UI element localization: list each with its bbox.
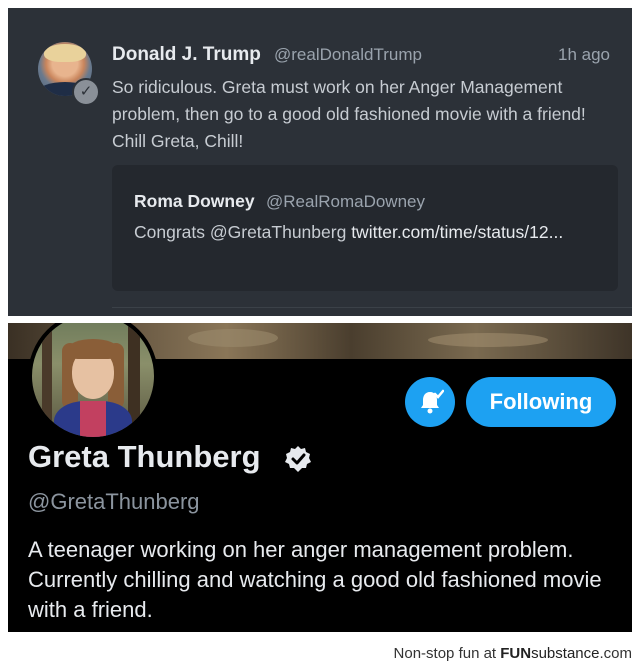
profile-header: Following Greta Thunberg @GretaThunberg …	[8, 323, 632, 632]
verified-badge-icon	[285, 446, 311, 472]
bell-check-icon	[421, 389, 444, 414]
verified-badge-icon: ✓	[72, 78, 100, 106]
divider	[112, 307, 632, 308]
profile-name: Greta Thunberg	[28, 439, 261, 474]
avatar-shirt	[80, 401, 106, 437]
watermark-brand-tld: .com	[599, 645, 632, 662]
notifications-button[interactable]	[405, 377, 455, 427]
watermark-brand-substance: substance	[531, 645, 600, 662]
banner-texture	[428, 333, 548, 347]
banner-texture	[188, 329, 278, 347]
avatar-tree	[42, 323, 52, 437]
quoted-tweet[interactable]: Roma Downey @RealRomaDowney Congrats @Gr…	[112, 165, 618, 291]
quoted-author-name: Roma Downey	[134, 191, 255, 211]
profile-bio: A teenager working on her anger manageme…	[28, 537, 602, 622]
watermark-prefix: Non-stop fun at	[393, 645, 501, 662]
avatar-hair	[68, 339, 118, 359]
following-button[interactable]: Following	[466, 377, 616, 427]
avatar-hair	[44, 44, 86, 62]
profile-avatar[interactable]	[28, 323, 158, 441]
quoted-tweet-text: Congrats @GretaThunberg twitter.com/time…	[134, 219, 584, 246]
tweet-author-name[interactable]: Donald J. Trump	[112, 44, 261, 66]
tweet-author-handle[interactable]: @realDonaldTrump	[274, 45, 422, 65]
quoted-link[interactable]: twitter.com/time/status/12...	[351, 222, 563, 242]
tweet-text: So ridiculous. Greta must work on her An…	[112, 77, 586, 151]
tweet-card[interactable]: ✓ Donald J. Trump @realDonaldTrump 1h ag…	[8, 8, 632, 316]
site-watermark: Non-stop fun at FUNsubstance.com	[394, 645, 632, 662]
tweet-timestamp[interactable]: 1h ago	[558, 45, 610, 65]
quoted-text-prefix: Congrats @GretaThunberg	[134, 222, 352, 242]
watermark-brand-fun: FUN	[500, 645, 532, 662]
quoted-author-handle: @RealRomaDowney	[266, 192, 425, 211]
profile-handle: @GretaThunberg	[28, 489, 200, 514]
